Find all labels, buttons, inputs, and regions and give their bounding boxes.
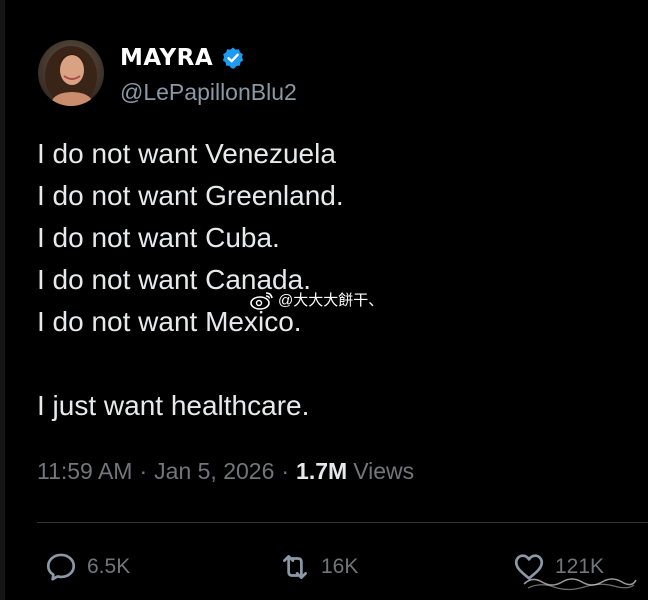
tweet-time[interactable]: 11:59 AM (37, 458, 132, 485)
meta-separator: · (281, 458, 290, 484)
display-name-row: MAYRA (120, 41, 297, 75)
watermark-text: @大大大餅干、 (278, 292, 384, 309)
meta-separator: · (139, 458, 148, 484)
tweet-closing-line: I just want healthcare. (37, 390, 310, 421)
avatar-image (38, 40, 104, 106)
views-count[interactable]: 1.7M (296, 458, 347, 485)
reply-icon (46, 553, 76, 581)
watermark-overlay-icon (523, 578, 637, 591)
verified-badge-icon[interactable] (221, 46, 245, 70)
tweet-line: I do not want Cuba. (37, 222, 280, 253)
display-name[interactable]: MAYRA (120, 45, 213, 71)
repost-count: 16K (321, 555, 359, 578)
left-edge-strip (0, 0, 5, 600)
repost-button[interactable]: 16K (278, 545, 358, 589)
tweet-body: I do not want Venezuela I do not want Gr… (37, 133, 597, 427)
reply-button[interactable]: 6.5K (44, 545, 130, 589)
watermark: @大大大餅干、 (250, 289, 383, 310)
user-handle[interactable]: @LePapillonBlu2 (120, 79, 297, 106)
tweet-line: I do not want Venezuela (37, 138, 336, 169)
views-label: Views (353, 458, 415, 484)
tweet-header: MAYRA @LePapillonBlu2 (38, 38, 297, 108)
tweet-line: I do not want Greenland. (37, 180, 344, 211)
weibo-logo-icon (250, 291, 273, 310)
divider (37, 522, 648, 523)
repost-icon (283, 555, 307, 579)
tweet-screenshot: MAYRA @LePapillonBlu2 I do not want Vene… (0, 0, 648, 600)
tweet-date[interactable]: Jan 5, 2026 (154, 458, 274, 485)
avatar[interactable] (38, 40, 104, 106)
tweet-meta: 11:59 AM · Jan 5, 2026 · 1.7M Views (37, 458, 414, 485)
reply-count: 6.5K (87, 555, 131, 578)
user-names: MAYRA @LePapillonBlu2 (120, 41, 297, 106)
